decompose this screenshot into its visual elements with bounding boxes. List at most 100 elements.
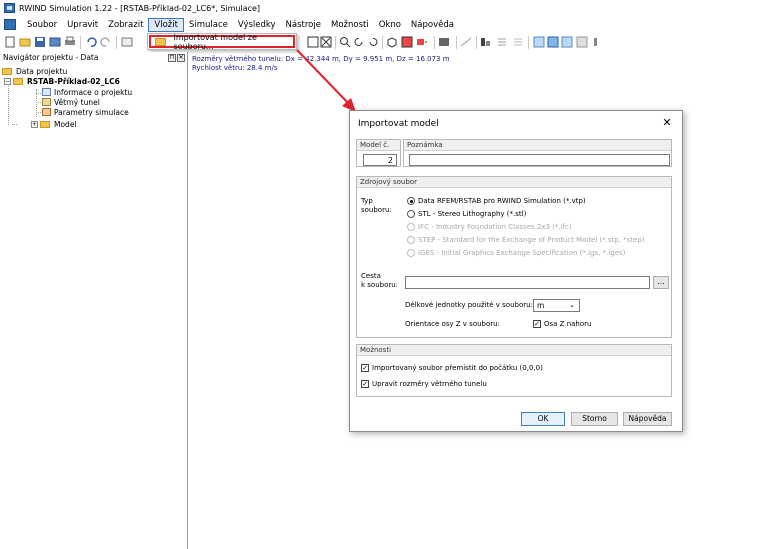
menu-napoveda[interactable]: Nápověda: [406, 19, 459, 31]
length-units-value: m: [537, 301, 545, 310]
option-iges-label: IGES - Initial Graphics Exchange Specifi…: [418, 249, 626, 257]
rotate-left-icon[interactable]: [353, 36, 365, 48]
menu-zobrazit[interactable]: Zobrazit: [103, 19, 148, 31]
radio-ifc[interactable]: [407, 223, 415, 231]
z-axis-up-checkbox[interactable]: ✓: [533, 320, 541, 328]
import-model-menu-item[interactable]: Importovat model ze souboru...: [149, 32, 295, 51]
model-icon[interactable]: [121, 36, 133, 48]
undo-icon[interactable]: [85, 36, 97, 48]
menu-okno[interactable]: Okno: [374, 19, 406, 31]
folder-icon: [13, 77, 23, 85]
file-path-label: Cesta: [361, 272, 381, 280]
note-input[interactable]: [409, 154, 670, 166]
navigator-close-button[interactable]: ✕: [177, 53, 185, 62]
measure-icon[interactable]: [460, 36, 472, 48]
wind-speed: Rychlost větru: 28.4 m/s: [192, 64, 278, 72]
tree-item-wind-tunnel[interactable]: Větrný tunel: [42, 97, 100, 107]
radio-iges[interactable]: [407, 249, 415, 257]
ok-button[interactable]: OK: [521, 412, 565, 426]
import-model-menu-label: Importovat model ze souboru...: [173, 32, 257, 51]
folder-icon: [40, 120, 50, 128]
model-number-input[interactable]: 2: [363, 154, 397, 166]
file-path-input[interactable]: [405, 276, 650, 289]
tree-item-model[interactable]: + Model: [31, 119, 77, 129]
tree-item-project[interactable]: − RSTAB-Příklad-02_LC6: [4, 76, 120, 86]
print-icon[interactable]: [64, 36, 76, 48]
menu-vysledky[interactable]: Výsledky: [233, 19, 281, 31]
info-icon: [42, 88, 51, 96]
menu-nastroje[interactable]: Nástroje: [281, 19, 326, 31]
radio-step[interactable]: [407, 236, 415, 244]
screenshot-icon[interactable]: [49, 36, 61, 48]
menu-upravit[interactable]: Upravit: [62, 19, 103, 31]
dialog-close-button[interactable]: ✕: [660, 116, 674, 130]
options-header: Možnosti: [357, 345, 671, 356]
zoom-icon[interactable]: [339, 36, 351, 48]
length-units-select[interactable]: m ⌄: [533, 299, 580, 312]
rotate-right-icon[interactable]: [367, 36, 379, 48]
tree-item-simulation-parameters[interactable]: Parametry simulace: [42, 107, 129, 117]
menu-moznosti[interactable]: Možnosti: [326, 19, 374, 31]
mesh-icon[interactable]: [533, 36, 545, 48]
navigator-header: Navigátor projektu - Data ⊓ ✕: [0, 52, 187, 63]
results-icon[interactable]: [480, 36, 492, 48]
menu-vlozit[interactable]: Vložit: [148, 17, 184, 32]
iso-view-icon[interactable]: [386, 36, 398, 48]
menu-bar: Soubor Upravit Zobrazit Vložit Simulace …: [0, 16, 760, 33]
render-view-icon[interactable]: [401, 36, 413, 48]
view-box-icon[interactable]: [307, 36, 319, 48]
redo-icon[interactable]: [100, 36, 112, 48]
folder-icon: [2, 67, 12, 75]
display-options-icon[interactable]: [416, 36, 428, 48]
save-icon[interactable]: [34, 36, 46, 48]
toolbar-overflow-icon[interactable]: [590, 36, 602, 48]
document-icon[interactable]: [4, 19, 16, 30]
radio-vtp[interactable]: [407, 197, 415, 205]
z-axis-up-label: Osa Z nahoru: [544, 320, 592, 328]
menu-soubor[interactable]: Soubor: [22, 19, 62, 31]
browse-button[interactable]: ...: [653, 276, 669, 289]
parameters-icon: [42, 108, 51, 116]
model-number-group: Model č. 2: [356, 139, 401, 167]
section-icon[interactable]: [438, 36, 450, 48]
toolbar: [0, 33, 760, 52]
tree-label: Parametry simulace: [54, 107, 129, 117]
source-file-group: Zdrojový soubor Typ souboru: Data RFEM/R…: [356, 176, 672, 338]
cancel-button[interactable]: Storno: [571, 412, 618, 426]
adjust-tunnel-checkbox[interactable]: ✓: [361, 380, 369, 388]
source-file-header: Zdrojový soubor: [357, 177, 671, 188]
file-type-label-2: souboru:: [361, 206, 392, 214]
length-units-label: Délkové jednotky použité v souboru:: [405, 301, 533, 309]
new-file-icon[interactable]: [4, 36, 16, 48]
import-model-dialog: Importovat model ✕ Model č. 2 Poznámka Z…: [349, 110, 683, 432]
tree-item-project-info[interactable]: Informace o projektu: [42, 87, 132, 97]
navigator-pin-button[interactable]: ⊓: [168, 53, 176, 62]
legend-icon[interactable]: [496, 36, 508, 48]
animation-icon[interactable]: [576, 36, 588, 48]
option-step-label: STEP - Standard for the Exchange of Prod…: [418, 236, 645, 244]
model-number-header: Model č.: [357, 140, 400, 151]
move-to-origin-checkbox[interactable]: ✓: [361, 364, 369, 372]
menu-simulace[interactable]: Simulace: [184, 19, 233, 31]
tree-item-project-data[interactable]: Data projektu: [2, 66, 67, 76]
expand-icon[interactable]: +: [31, 120, 38, 128]
chevron-down-icon: ⌄: [569, 301, 575, 309]
radio-stl[interactable]: [407, 210, 415, 218]
project-navigator: Navigátor projektu - Data ⊓ ✕ Data proje…: [0, 52, 188, 549]
probes-icon[interactable]: [561, 36, 573, 48]
dialog-title: Importovat model: [358, 119, 439, 129]
table-icon[interactable]: [512, 36, 524, 48]
note-header: Poznámka: [404, 140, 671, 151]
open-folder-icon[interactable]: [19, 36, 31, 48]
open-folder-icon: [155, 37, 166, 46]
help-button[interactable]: Nápověda: [623, 412, 672, 426]
zoom-all-icon[interactable]: [320, 36, 332, 48]
note-group: Poznámka: [403, 139, 672, 167]
app-icon: [4, 3, 15, 13]
wind-tunnel-icon: [42, 98, 51, 106]
option-stl-label: STL - Stereo Lithography (*.stl): [418, 210, 527, 218]
file-type-label: Typ: [361, 197, 373, 205]
wind-tunnel-dimensions: Rozměry větrného tunelu: Dx = 42.344 m, …: [192, 55, 450, 63]
streamlines-icon[interactable]: [547, 36, 559, 48]
collapse-icon[interactable]: −: [4, 77, 11, 85]
